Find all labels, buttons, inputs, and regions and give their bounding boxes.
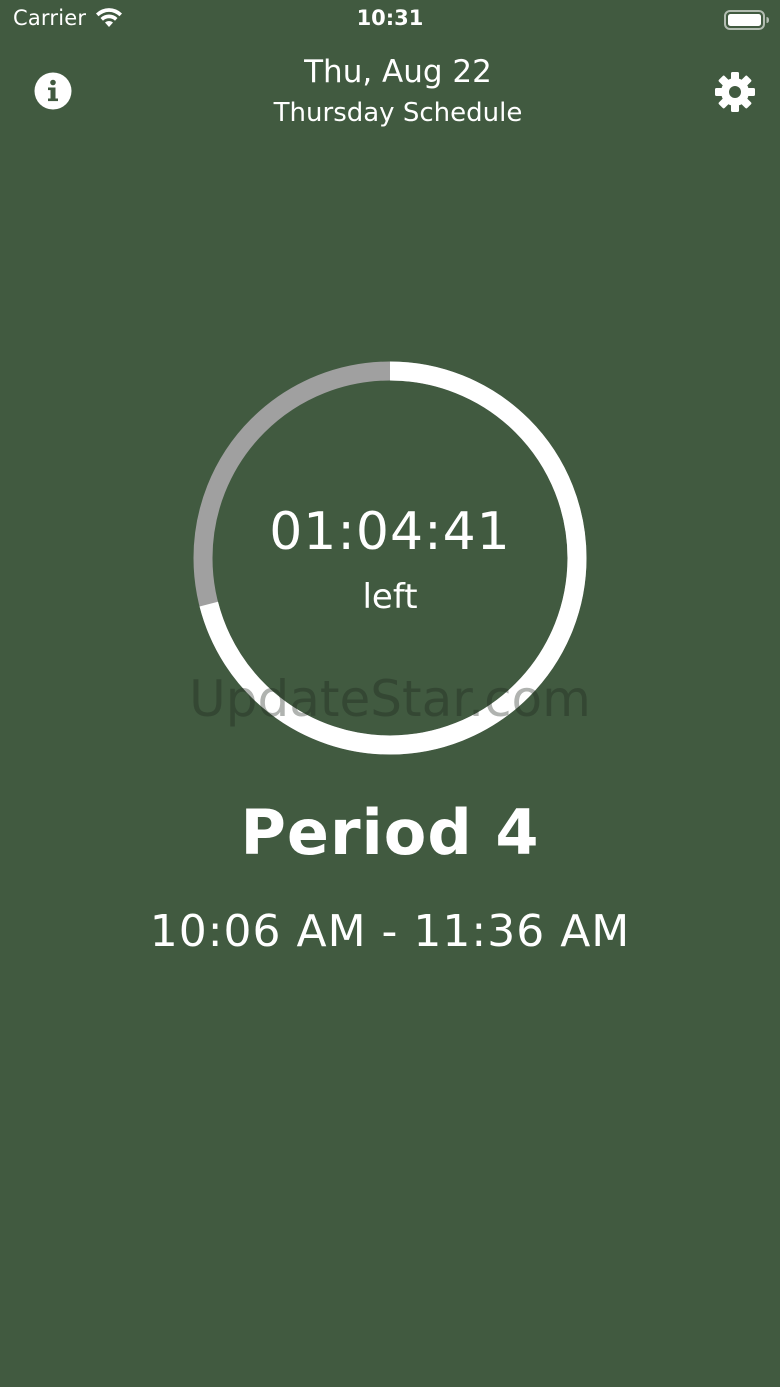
period-time-range: 10:06 AM - 11:36 AM [149, 906, 631, 957]
period-name: Period 4 [240, 796, 540, 869]
status-bar: Carrier 10:31 [0, 0, 780, 40]
countdown-label: left [362, 577, 418, 617]
status-clock: 10:31 [356, 6, 424, 30]
header-date: Thu, Aug 22 [304, 54, 492, 90]
countdown-time: 01:04:41 [269, 502, 511, 562]
header-schedule: Thursday Schedule [273, 98, 523, 128]
gear-icon[interactable] [714, 71, 756, 113]
battery-icon [724, 10, 769, 30]
watermark: UpdateStar.com [189, 670, 591, 728]
